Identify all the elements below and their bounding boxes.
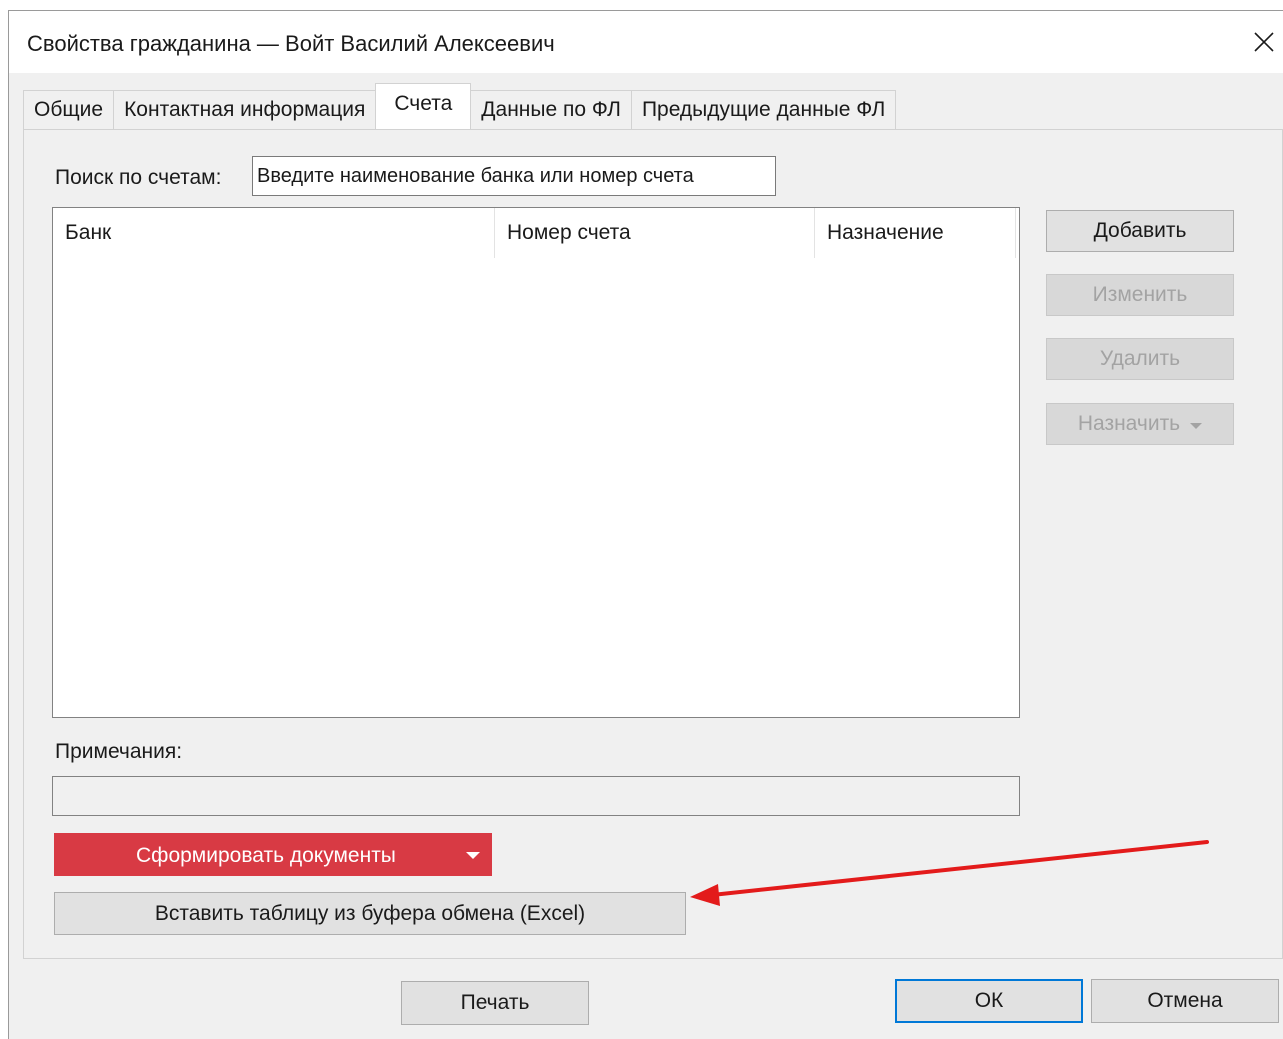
tab-general[interactable]: Общие	[23, 90, 115, 129]
print-button[interactable]: Печать	[401, 981, 589, 1025]
assign-button[interactable]: Назначить	[1046, 403, 1234, 445]
search-input[interactable]	[252, 156, 776, 196]
tab-accounts[interactable]: Счета	[375, 83, 472, 129]
paste-from-clipboard-button[interactable]: Вставить таблицу из буфера обмена (Excel…	[54, 892, 686, 935]
window-title: Свойства гражданина — Войт Василий Алекс…	[27, 31, 555, 56]
accounts-panel: Поиск по счетам: Банк Номер счета Назнач…	[23, 129, 1283, 959]
title-bar: Свойства гражданина — Войт Василий Алекс…	[9, 11, 1283, 73]
tab-strip: Общие Контактная информация Счета Данные…	[23, 83, 897, 129]
column-header-bank[interactable]: Банк	[53, 208, 495, 258]
search-label: Поиск по счетам:	[55, 166, 222, 189]
dialog-window: Свойства гражданина — Войт Василий Алекс…	[8, 10, 1283, 1039]
close-button[interactable]	[1244, 23, 1283, 61]
notes-field[interactable]	[52, 776, 1020, 816]
tab-contact-info[interactable]: Контактная информация	[113, 90, 377, 129]
tab-person-data[interactable]: Данные по ФЛ	[470, 90, 632, 129]
close-icon	[1254, 32, 1274, 52]
column-header-purpose[interactable]: Назначение	[815, 208, 1016, 258]
notes-label: Примечания:	[55, 740, 183, 763]
chevron-down-icon	[1190, 422, 1203, 429]
delete-button[interactable]: Удалить	[1046, 338, 1234, 380]
add-button[interactable]: Добавить	[1046, 210, 1234, 252]
accounts-table[interactable]: Банк Номер счета Назначение	[52, 207, 1020, 718]
chevron-down-icon[interactable]	[466, 852, 480, 859]
generate-documents-button[interactable]: Сформировать документы	[54, 833, 492, 876]
edit-button[interactable]: Изменить	[1046, 274, 1234, 316]
column-header-account-number[interactable]: Номер счета	[495, 208, 815, 258]
tab-previous-person-data[interactable]: Предыдущие данные ФЛ	[630, 90, 897, 129]
assign-button-label: Назначить	[1077, 412, 1181, 435]
ok-button[interactable]: ОК	[895, 979, 1083, 1023]
generate-documents-label: Сформировать документы	[136, 844, 396, 867]
table-header: Банк Номер счета Назначение	[53, 208, 1019, 260]
cancel-button[interactable]: Отмена	[1091, 979, 1279, 1023]
